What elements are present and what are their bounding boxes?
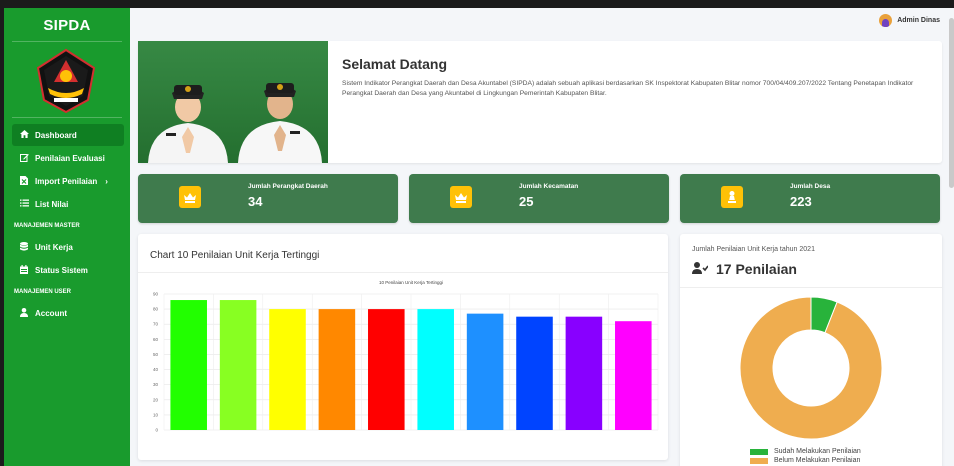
pie-count-text: 17 Penilaian bbox=[716, 261, 797, 277]
stat-label: Jumlah Perangkat Daerah bbox=[248, 183, 328, 190]
pie-chart-card: Jumlah Penilaian Unit Kerja tahun 2021 1… bbox=[680, 234, 942, 466]
donut-slice bbox=[739, 296, 883, 440]
sidebar: SIPDA Dashboard Penilaian Evaluasi Impor… bbox=[4, 8, 130, 466]
chevron-right-icon: › bbox=[105, 176, 108, 186]
pie-card-subtitle: Jumlah Penilaian Unit Kerja tahun 2021 bbox=[692, 246, 815, 253]
sidebar-item-unit-kerja[interactable]: Unit Kerja bbox=[12, 236, 124, 258]
scrollbar[interactable] bbox=[949, 18, 954, 188]
divider bbox=[138, 272, 668, 273]
chess-icon bbox=[721, 186, 743, 208]
y-tick-label: 20 bbox=[153, 397, 159, 402]
legend-item[interactable]: Sudah Melakukan Penilaian bbox=[750, 447, 861, 456]
stat-label: Jumlah Kecamatan bbox=[519, 183, 579, 190]
users-icon bbox=[692, 261, 709, 277]
kabupaten-logo bbox=[36, 48, 96, 114]
avatar bbox=[879, 14, 893, 27]
sidebar-item-label: Status Sistem bbox=[35, 265, 88, 275]
bar bbox=[219, 300, 257, 430]
sidebar-item-dashboard[interactable]: Dashboard bbox=[12, 124, 124, 146]
y-tick-label: 80 bbox=[153, 307, 159, 312]
sidebar-nav: Dashboard Penilaian Evaluasi Import Peni… bbox=[12, 124, 124, 325]
officials-photo bbox=[138, 41, 328, 163]
welcome-title: Selamat Datang bbox=[342, 56, 448, 72]
main-content: Admin Dinas Selamat Datang Sistem Indika… bbox=[130, 8, 954, 466]
brand-title[interactable]: SIPDA bbox=[4, 8, 130, 42]
file-excel-icon bbox=[18, 175, 30, 187]
stat-value: 25 bbox=[519, 194, 534, 209]
sidebar-item-import-penilaian[interactable]: Import Penilaian › bbox=[12, 170, 124, 192]
donut-chart bbox=[739, 296, 883, 440]
sidebar-item-penilaian-evaluasi[interactable]: Penilaian Evaluasi bbox=[12, 147, 124, 169]
sidebar-item-label: Unit Kerja bbox=[35, 242, 73, 252]
section-heading-master: MANAJEMEN MASTER bbox=[14, 223, 80, 229]
bar-chart-card: Chart 10 Penilaian Unit Kerja Tertinggi … bbox=[138, 234, 668, 460]
topbar: Admin Dinas bbox=[130, 8, 954, 35]
bar bbox=[318, 309, 356, 430]
bar bbox=[516, 316, 553, 430]
bar bbox=[368, 309, 405, 430]
y-tick-label: 60 bbox=[153, 337, 159, 342]
home-icon bbox=[18, 130, 30, 140]
legend-swatch bbox=[750, 457, 768, 464]
y-tick-label: 40 bbox=[153, 367, 159, 372]
calendar-icon bbox=[18, 264, 30, 276]
sidebar-item-label: Account bbox=[35, 308, 67, 318]
bar bbox=[565, 316, 603, 430]
chart-title: 10 Penilaian Unit Kerja Tertinggi bbox=[379, 280, 443, 285]
bar bbox=[615, 321, 652, 430]
divider bbox=[12, 41, 122, 42]
sidebar-item-account[interactable]: Account bbox=[12, 302, 124, 324]
divider bbox=[12, 117, 122, 118]
sidebar-item-list-nilai[interactable]: List Nilai bbox=[12, 193, 124, 215]
crown-icon bbox=[450, 186, 472, 208]
section-heading-user: MANAJEMEN USER bbox=[14, 289, 72, 295]
sidebar-item-label: Penilaian Evaluasi bbox=[35, 153, 105, 163]
sidebar-item-label: List Nilai bbox=[35, 199, 69, 209]
user-icon bbox=[18, 307, 30, 319]
legend-label: Sudah Melakukan Penilaian bbox=[774, 448, 861, 455]
y-tick-label: 90 bbox=[153, 292, 159, 297]
edit-icon bbox=[18, 153, 30, 164]
welcome-description: Sistem Indikator Perangkat Daerah dan De… bbox=[342, 80, 914, 97]
y-tick-label: 50 bbox=[153, 352, 159, 357]
bar bbox=[417, 309, 454, 430]
y-tick-label: 10 bbox=[153, 412, 159, 417]
welcome-card: Selamat Datang Sistem Indikator Perangka… bbox=[138, 41, 942, 163]
bar-chart: 10 Penilaian Unit Kerja Tertinggi 0 10 20 30… bbox=[153, 280, 659, 433]
bar bbox=[170, 300, 207, 430]
sidebar-item-label: Dashboard bbox=[35, 130, 77, 140]
user-name: Admin Dinas bbox=[897, 17, 940, 24]
sidebar-item-label: Import Penilaian bbox=[35, 176, 98, 186]
chart-card-title: Chart 10 Penilaian Unit Kerja Tertinggi bbox=[150, 250, 320, 261]
stat-card-perangkat-daerah: Jumlah Perangkat Daerah 34 bbox=[138, 174, 398, 223]
stat-label: Jumlah Desa bbox=[790, 183, 831, 190]
app-frame: SIPDA Dashboard Penilaian Evaluasi Impor… bbox=[0, 0, 954, 466]
chart-legend: Sudah Melakukan Penilaian Belum Melakuka… bbox=[750, 447, 861, 465]
bar bbox=[269, 309, 306, 430]
stat-card-kecamatan: Jumlah Kecamatan 25 bbox=[409, 174, 669, 223]
y-tick-label: 70 bbox=[153, 322, 159, 327]
crown-icon bbox=[179, 186, 201, 208]
stat-card-desa: Jumlah Desa 223 bbox=[680, 174, 940, 223]
sidebar-item-status-sistem[interactable]: Status Sistem bbox=[12, 259, 124, 281]
list-icon bbox=[18, 199, 30, 209]
stat-value: 34 bbox=[248, 194, 263, 209]
legend-swatch bbox=[750, 448, 768, 455]
pie-card-count: 17 Penilaian bbox=[692, 261, 797, 277]
legend-label: Belum Melakukan Penilaian bbox=[774, 457, 861, 464]
bar bbox=[466, 313, 504, 430]
stat-value: 223 bbox=[790, 194, 812, 209]
legend-item[interactable]: Belum Melakukan Penilaian bbox=[750, 456, 861, 465]
y-tick-label: 30 bbox=[153, 382, 159, 387]
user-menu[interactable]: Admin Dinas bbox=[879, 14, 940, 27]
database-icon bbox=[18, 241, 30, 253]
y-tick-label: 0 bbox=[155, 428, 158, 433]
